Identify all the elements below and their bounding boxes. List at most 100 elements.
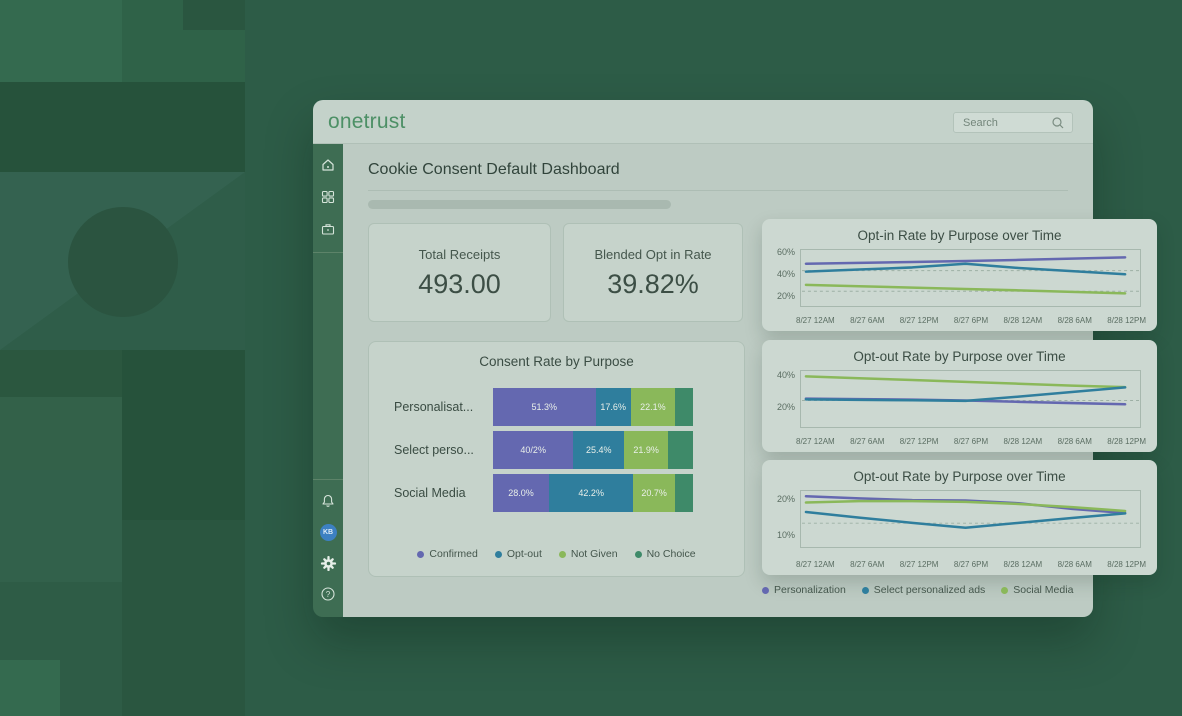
legend-item[interactable]: Opt-out: [495, 548, 542, 560]
bg-block: [122, 350, 245, 520]
legend-label: Social Media: [1013, 584, 1073, 596]
bar-segment-no-choice: [675, 474, 693, 512]
bar-segment-not-given: 21.9%: [624, 431, 668, 469]
kpi-card-total-receipts: Total Receipts 493.00: [368, 223, 551, 322]
y-tick-label: 40%: [762, 370, 795, 380]
search-box[interactable]: [953, 112, 1073, 133]
x-tick-label: 8/27 6AM: [850, 437, 884, 446]
kpi-value: 493.00: [369, 269, 550, 300]
stacked-bar: 28.0% 42.2% 20.7%: [493, 474, 693, 512]
legend-dot-icon: [559, 551, 566, 558]
x-tick-label: 8/27 12AM: [796, 560, 835, 569]
x-tick-label: 8/27 12PM: [900, 560, 939, 569]
x-axis-labels: 8/27 12AM 8/27 6AM 8/27 12PM 8/27 6PM 8/28 1…: [796, 437, 1146, 446]
legend-dot-icon: [495, 551, 502, 558]
sidebar-item-notifications[interactable]: [313, 488, 343, 514]
y-tick-label: 20%: [762, 402, 795, 412]
sidebar-item-apps[interactable]: [313, 184, 343, 210]
bar-segment-value: 22.1%: [640, 402, 666, 412]
title-divider: [368, 190, 1068, 191]
x-tick-label: 8/28 12AM: [1004, 316, 1043, 325]
stacked-bar: 51.3%17.6%22.1%: [493, 388, 693, 426]
chart-title: Opt-out Rate by Purpose over Time: [762, 349, 1157, 364]
bar-segment-value: 21.9%: [633, 445, 659, 455]
avatar: KB: [320, 524, 337, 541]
x-tick-label: 8/28 6AM: [1058, 316, 1092, 325]
x-tick-label: 8/27 12AM: [796, 437, 835, 446]
x-tick-label: 8/27 12PM: [900, 437, 939, 446]
sidebar: KB ?: [313, 144, 343, 617]
opt-out-rate-chart-1: Opt-out Rate by Purpose over Time 20% 40%…: [762, 340, 1157, 452]
bar-segment-value: 42.2%: [578, 488, 604, 498]
bar-row: Personalisat...51.3%17.6%22.1%: [369, 388, 744, 426]
bar-segment-not-given: 20.7%: [633, 474, 674, 512]
consent-rate-by-purpose-chart: Consent Rate by Purpose Personalisat...5…: [368, 341, 745, 577]
bar-segment-value: 40/2%: [520, 445, 546, 455]
search-input[interactable]: [954, 117, 1050, 129]
bar-segment-no-choice: [675, 388, 693, 426]
onetrust-logo: onetrust: [328, 110, 405, 134]
x-tick-label: 8/28 12PM: [1107, 316, 1146, 325]
dashboard-content: Cookie Consent Default Dashboard Total R…: [343, 144, 1093, 617]
stacked-bar-rows: Personalisat...51.3%17.6%22.1% Select per…: [369, 388, 744, 517]
opt-in-rate-chart: Opt-in Rate by Purpose over Time 20%40%6…: [762, 219, 1157, 331]
series-line-social-media: [806, 285, 1125, 293]
y-tick-label: 20%: [762, 494, 795, 504]
sidebar-item-help[interactable]: ?: [313, 581, 343, 607]
page-title: Cookie Consent Default Dashboard: [368, 161, 620, 179]
legend-item[interactable]: Not Given: [559, 548, 618, 560]
legend-item[interactable]: Personalization: [762, 584, 846, 596]
series-line-personalization: [806, 496, 1125, 513]
kpi-value: 39.82%: [564, 269, 742, 300]
bg-block: [183, 0, 245, 30]
line-chart-svg: [801, 491, 1140, 547]
x-tick-label: 8/28 6AM: [1058, 437, 1092, 446]
bar-segment-confirmed: 28.0%: [493, 474, 549, 512]
sidebar-item-settings[interactable]: [313, 550, 343, 576]
kpi-label: Blended Opt in Rate: [564, 247, 742, 262]
x-tick-label: 8/28 12AM: [1004, 560, 1043, 569]
legend-item[interactable]: Select personalized ads: [862, 584, 986, 596]
legend-label: Select personalized ads: [874, 584, 986, 596]
legend-label: Not Given: [571, 548, 618, 560]
y-tick-label: 10%: [762, 530, 795, 540]
line-charts-legend: Personalization Select personalized ads So…: [762, 584, 1157, 596]
x-tick-label: 8/27 6AM: [850, 316, 884, 325]
bar-segment-value: 20.7%: [641, 488, 667, 498]
sidebar-item-profile[interactable]: KB: [313, 519, 343, 545]
legend-item[interactable]: Confirmed: [417, 548, 477, 560]
series-line-select-personalized-ads: [806, 512, 1125, 528]
x-tick-label: 8/27 12PM: [900, 316, 939, 325]
chart-title: Opt-in Rate by Purpose over Time: [762, 228, 1157, 243]
series-line-select-personalized-ads: [806, 387, 1125, 401]
bar-segment-value: 25.4%: [586, 445, 612, 455]
skeleton-loading-bar: [368, 200, 671, 209]
legend-dot-icon: [1001, 587, 1008, 594]
app-header: onetrust: [313, 100, 1093, 144]
legend-item[interactable]: Social Media: [1001, 584, 1073, 596]
legend-item[interactable]: No Choice: [635, 548, 696, 560]
bar-row-label: Select perso...: [369, 443, 493, 457]
sidebar-item-home[interactable]: [313, 152, 343, 178]
stacked-bar: 40/2% 25.4% 21.9%: [493, 431, 693, 469]
bar-row-label: Personalisat...: [369, 400, 493, 414]
apps-grid-icon: [320, 189, 336, 205]
sidebar-item-briefcase[interactable]: [313, 216, 343, 242]
x-tick-label: 8/27 6PM: [954, 437, 988, 446]
bar-segment-confirmed: 51.3%: [493, 388, 596, 426]
kpi-card-blended-opt-in-rate: Blended Opt in Rate 39.82%: [563, 223, 743, 322]
legend-dot-icon: [417, 551, 424, 558]
x-tick-label: 8/28 12PM: [1107, 437, 1146, 446]
bg-block: [0, 350, 122, 397]
legend-dot-icon: [862, 587, 869, 594]
bg-block: [122, 520, 245, 716]
bell-icon: [320, 493, 336, 509]
consent-chart-legend: Confirmed Opt-out Not Given No Choice: [369, 548, 744, 560]
bg-block: [0, 660, 60, 716]
bg-block: [0, 0, 122, 82]
y-tick-label: 20%: [762, 291, 795, 301]
y-tick-label: 40%: [762, 269, 795, 279]
bar-segment-opt-out: 42.2%: [549, 474, 633, 512]
sidebar-divider: [313, 252, 343, 253]
x-tick-label: 8/28 12AM: [1004, 437, 1043, 446]
